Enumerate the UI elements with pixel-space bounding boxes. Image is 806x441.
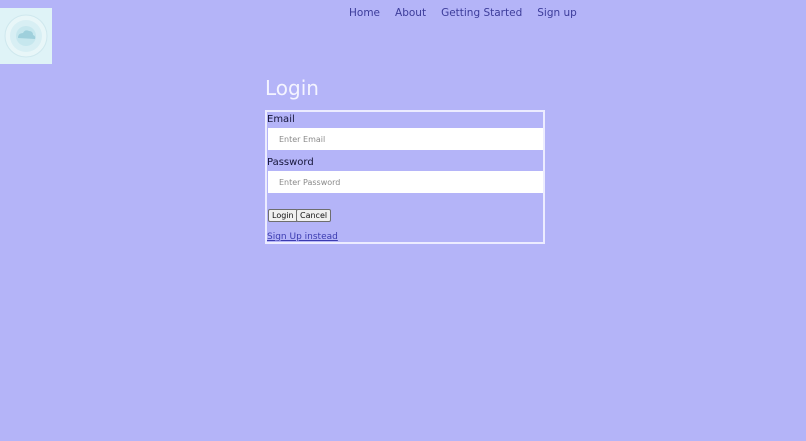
- nav-about-link[interactable]: About: [395, 7, 426, 20]
- cloud-logo-icon: [4, 14, 48, 58]
- cancel-button[interactable]: Cancel: [296, 209, 332, 222]
- page: Home About Getting Started Sign up Login…: [0, 0, 806, 441]
- login-form: Email Password Login Cancel Sign Up inst…: [265, 110, 545, 244]
- email-field[interactable]: [268, 128, 543, 150]
- site-logo[interactable]: [0, 8, 52, 64]
- login-button[interactable]: Login: [268, 209, 298, 222]
- password-field[interactable]: [268, 171, 543, 193]
- sign-up-instead-link[interactable]: Sign Up instead: [267, 232, 338, 243]
- password-label: Password: [267, 157, 314, 168]
- page-title: Login: [265, 76, 319, 100]
- nav-getting-started-link[interactable]: Getting Started: [441, 7, 522, 20]
- nav-sign-up-link[interactable]: Sign up: [537, 7, 577, 20]
- email-label: Email: [267, 114, 295, 125]
- main-nav: Home About Getting Started Sign up: [349, 7, 592, 20]
- nav-home-link[interactable]: Home: [349, 7, 380, 20]
